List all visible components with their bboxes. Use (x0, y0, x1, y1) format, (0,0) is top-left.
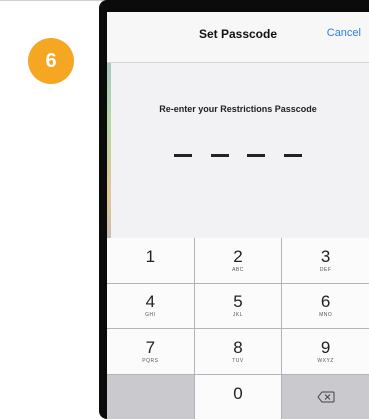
key-digit: 8 (233, 337, 243, 357)
key-letters: TUV (232, 357, 244, 364)
key-digit: 6 (320, 292, 331, 312)
passcode-digit-slot (210, 154, 229, 157)
backspace-icon (317, 391, 335, 403)
passcode-prompt: Re-enter your Restrictions Passcode (159, 104, 317, 114)
key-empty (107, 374, 194, 419)
key-6[interactable]: 6 MNO (282, 283, 369, 328)
passcode-digit-slot (283, 154, 302, 157)
key-letters: WXYZ (317, 357, 334, 364)
phone-screen: Set Passcode Cancel Re-enter your Restri… (107, 12, 369, 419)
key-digit: 1 (145, 247, 156, 267)
key-9[interactable]: 9 WXYZ (282, 329, 369, 374)
passcode-digit-slot (174, 154, 192, 157)
passcode-digit-slot (247, 154, 266, 157)
passcode-dots (174, 154, 302, 158)
key-digit: 0 (233, 383, 243, 403)
key-0[interactable]: 0 (194, 374, 282, 419)
key-8[interactable]: 8 TUV (194, 329, 282, 374)
key-letters: DEF (319, 266, 332, 273)
key-3[interactable]: 3 DEF (282, 238, 369, 283)
key-7[interactable]: 7 PQRS (107, 329, 194, 374)
key-digit: 9 (320, 337, 331, 357)
key-digit: 7 (145, 337, 156, 357)
key-letters: JKL (232, 312, 244, 319)
step-badge: 6 (28, 38, 74, 84)
key-digit: 3 (320, 246, 331, 266)
navigation-bar: Set Passcode Cancel (107, 12, 369, 63)
key-4[interactable]: 4 GHI (107, 283, 194, 328)
key-letters: MNO (319, 312, 333, 319)
key-1[interactable]: 1 (107, 238, 194, 283)
cancel-button[interactable]: Cancel (327, 27, 361, 39)
key-5[interactable]: 5 JKL (194, 283, 282, 328)
key-letters: ABC (232, 266, 244, 273)
key-letters: GHI (145, 312, 156, 319)
key-2[interactable]: 2 ABC (194, 238, 282, 283)
key-digit: 2 (233, 246, 243, 266)
key-letters: PQRS (142, 357, 159, 364)
delete-button[interactable] (282, 374, 369, 419)
numeric-keypad: 1 2 ABC 3 DEF 4 GHI 5 JKL 6 MNO 7 PQRS 8 (107, 238, 369, 419)
key-digit: 4 (145, 292, 156, 312)
key-digit: 5 (233, 292, 243, 312)
